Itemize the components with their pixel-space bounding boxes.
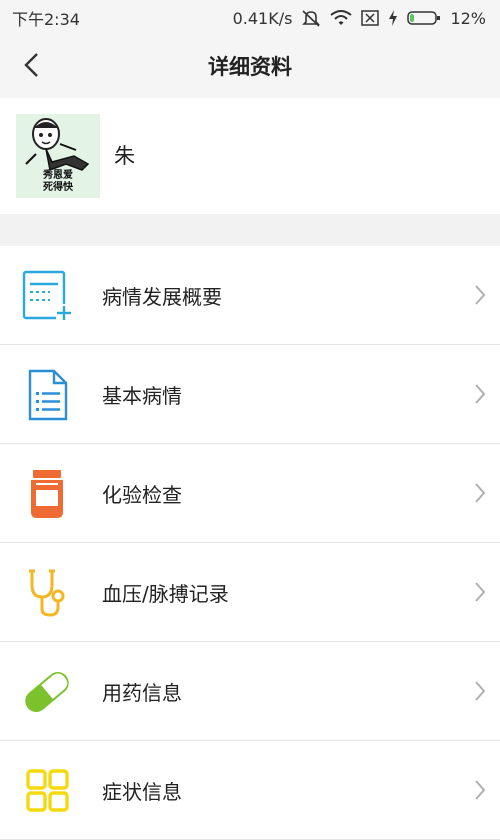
menu-item-medication[interactable]: 用药信息	[0, 642, 500, 741]
menu-item-blood-pressure-pulse[interactable]: 血压/脉搏记录	[0, 543, 500, 642]
chevron-right-icon	[474, 383, 486, 409]
stethoscope-icon	[20, 567, 74, 619]
status-icons: 0.41K/s 12%	[233, 9, 486, 28]
chevron-right-icon	[474, 779, 486, 805]
status-bar: 下午2:34 0.41K/s 12%	[0, 0, 500, 36]
mute-icon	[301, 9, 321, 27]
sim-icon	[361, 10, 380, 26]
chevron-right-icon	[474, 482, 486, 508]
avatar-caption: 秀恩爱 死得快	[43, 170, 73, 193]
detail-menu: 病情发展概要 基本病情 化验检查 血压/脉搏记录 用药信息 症状信息	[0, 246, 500, 840]
menu-item-basic-condition[interactable]: 基本病情	[0, 345, 500, 444]
page-title: 详细资料	[208, 55, 292, 79]
network-speed: 0.41K/s	[232, 8, 293, 28]
menu-item-label: 病情发展概要	[102, 284, 222, 309]
menu-item-disease-summary[interactable]: 病情发展概要	[0, 246, 500, 345]
battery-icon	[407, 10, 441, 26]
avatar[interactable]: 秀恩爱 死得快	[16, 114, 100, 198]
app-header: 详细资料	[0, 36, 500, 98]
menu-item-label: 用药信息	[102, 680, 182, 705]
chevron-right-icon	[474, 284, 486, 310]
specimen-jar-icon	[20, 468, 74, 520]
back-button[interactable]	[12, 48, 50, 86]
profile-section[interactable]: 秀恩爱 死得快 朱	[0, 98, 500, 214]
battery-level: 12%	[450, 8, 486, 28]
menu-item-label: 血压/脉搏记录	[102, 581, 229, 606]
profile-name: 朱	[114, 144, 135, 168]
pill-icon	[20, 666, 74, 718]
wifi-icon	[330, 10, 353, 26]
menu-item-lab-tests[interactable]: 化验检查	[0, 444, 500, 543]
status-time: 下午2:34	[12, 10, 80, 29]
chevron-right-icon	[474, 581, 486, 607]
charging-icon	[388, 10, 398, 26]
menu-item-label: 基本病情	[102, 383, 182, 408]
document-add-icon	[20, 270, 74, 322]
grid-icon	[20, 765, 74, 817]
section-divider	[0, 214, 500, 246]
chevron-left-icon	[23, 52, 39, 82]
menu-item-label: 症状信息	[102, 779, 182, 804]
chevron-right-icon	[474, 680, 486, 706]
menu-item-label: 化验检查	[102, 482, 182, 507]
file-list-icon	[20, 369, 74, 421]
menu-item-symptoms[interactable]: 症状信息	[0, 741, 500, 840]
